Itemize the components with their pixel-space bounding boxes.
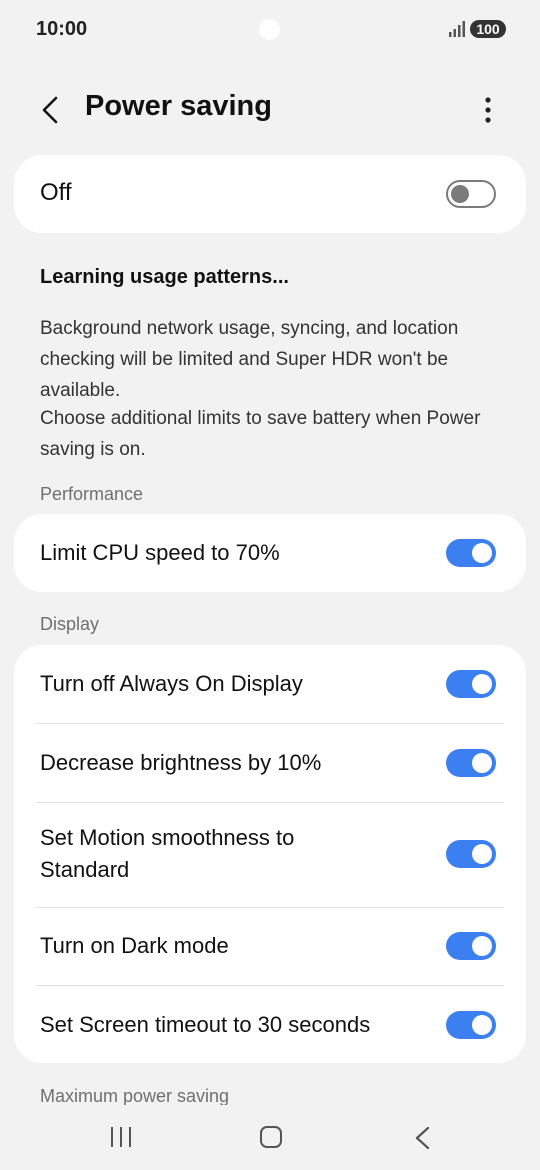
battery-icon: 100 bbox=[470, 20, 506, 38]
additional-limits-description: Choose additional limits to save battery… bbox=[40, 408, 481, 460]
section-title-performance: Performance bbox=[40, 484, 144, 504]
toggle-knob bbox=[472, 674, 492, 694]
limit-cpu-toggle[interactable] bbox=[446, 539, 496, 567]
camera-cutout bbox=[259, 19, 280, 40]
row-limit-cpu-label: Limit CPU speed to 70% bbox=[40, 540, 280, 565]
section-title-maximum-power-saving: Maximum power saving bbox=[40, 1086, 230, 1106]
row-brightness-label: Decrease brightness by 10% bbox=[40, 750, 322, 775]
back-arrow-icon[interactable] bbox=[38, 92, 66, 128]
divider bbox=[36, 985, 504, 986]
signal-icon bbox=[449, 21, 465, 37]
row-dark-mode-label: Turn on Dark mode bbox=[40, 933, 229, 958]
more-vertical-icon[interactable] bbox=[476, 94, 500, 126]
toggle-knob bbox=[451, 185, 469, 203]
divider bbox=[36, 907, 504, 908]
screen-timeout-toggle[interactable] bbox=[446, 1011, 496, 1039]
row-always-on-display-label: Turn off Always On Display bbox=[40, 671, 303, 696]
status-time: 10:00 bbox=[36, 18, 88, 40]
dark-mode-toggle[interactable] bbox=[446, 932, 496, 960]
nav-back-icon[interactable] bbox=[412, 1125, 432, 1151]
row-motion-smoothness-label: Set Motion smoothness to Standard bbox=[40, 825, 295, 882]
toggle-knob bbox=[472, 1015, 492, 1035]
learning-status: Learning usage patterns... bbox=[40, 266, 289, 288]
toggle-knob bbox=[472, 753, 492, 773]
status-bar: 10:00 100 bbox=[0, 0, 540, 60]
divider bbox=[36, 802, 504, 803]
power-saving-toggle[interactable] bbox=[446, 180, 496, 208]
power-saving-description: Background network usage, syncing, and l… bbox=[40, 318, 459, 401]
power-saving-master-card[interactable]: Off bbox=[14, 155, 526, 233]
section-title-display: Display bbox=[40, 614, 100, 634]
display-card: Turn off Always On Display Decrease brig… bbox=[14, 645, 526, 1063]
divider bbox=[36, 723, 504, 724]
master-status-label: Off bbox=[40, 179, 72, 206]
motion-smoothness-toggle[interactable] bbox=[446, 840, 496, 868]
toggle-knob bbox=[472, 844, 492, 864]
recents-icon[interactable] bbox=[108, 1125, 134, 1149]
toggle-knob bbox=[472, 936, 492, 956]
always-on-display-toggle[interactable] bbox=[446, 670, 496, 698]
screen: 10:00 100 Power saving Off Learning usag… bbox=[0, 0, 540, 1170]
page-title: Power saving bbox=[85, 90, 272, 122]
home-icon[interactable] bbox=[259, 1125, 283, 1149]
toggle-knob bbox=[472, 543, 492, 563]
performance-card: Limit CPU speed to 70% bbox=[14, 514, 526, 592]
row-screen-timeout-label: Set Screen timeout to 30 seconds bbox=[40, 1012, 371, 1037]
brightness-toggle[interactable] bbox=[446, 749, 496, 777]
